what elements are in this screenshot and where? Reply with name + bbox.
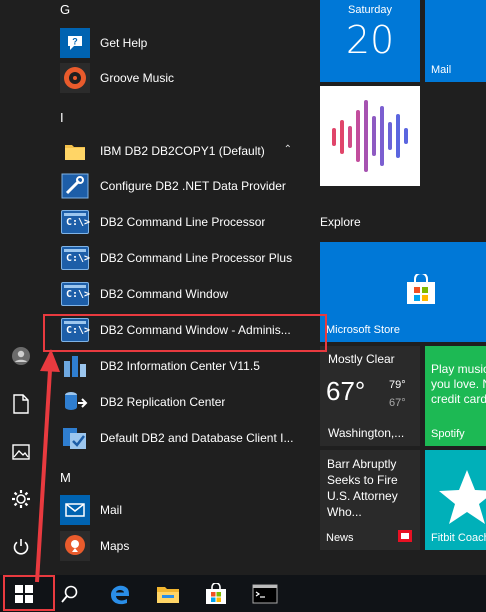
red-arrow-annotation bbox=[35, 349, 60, 583]
